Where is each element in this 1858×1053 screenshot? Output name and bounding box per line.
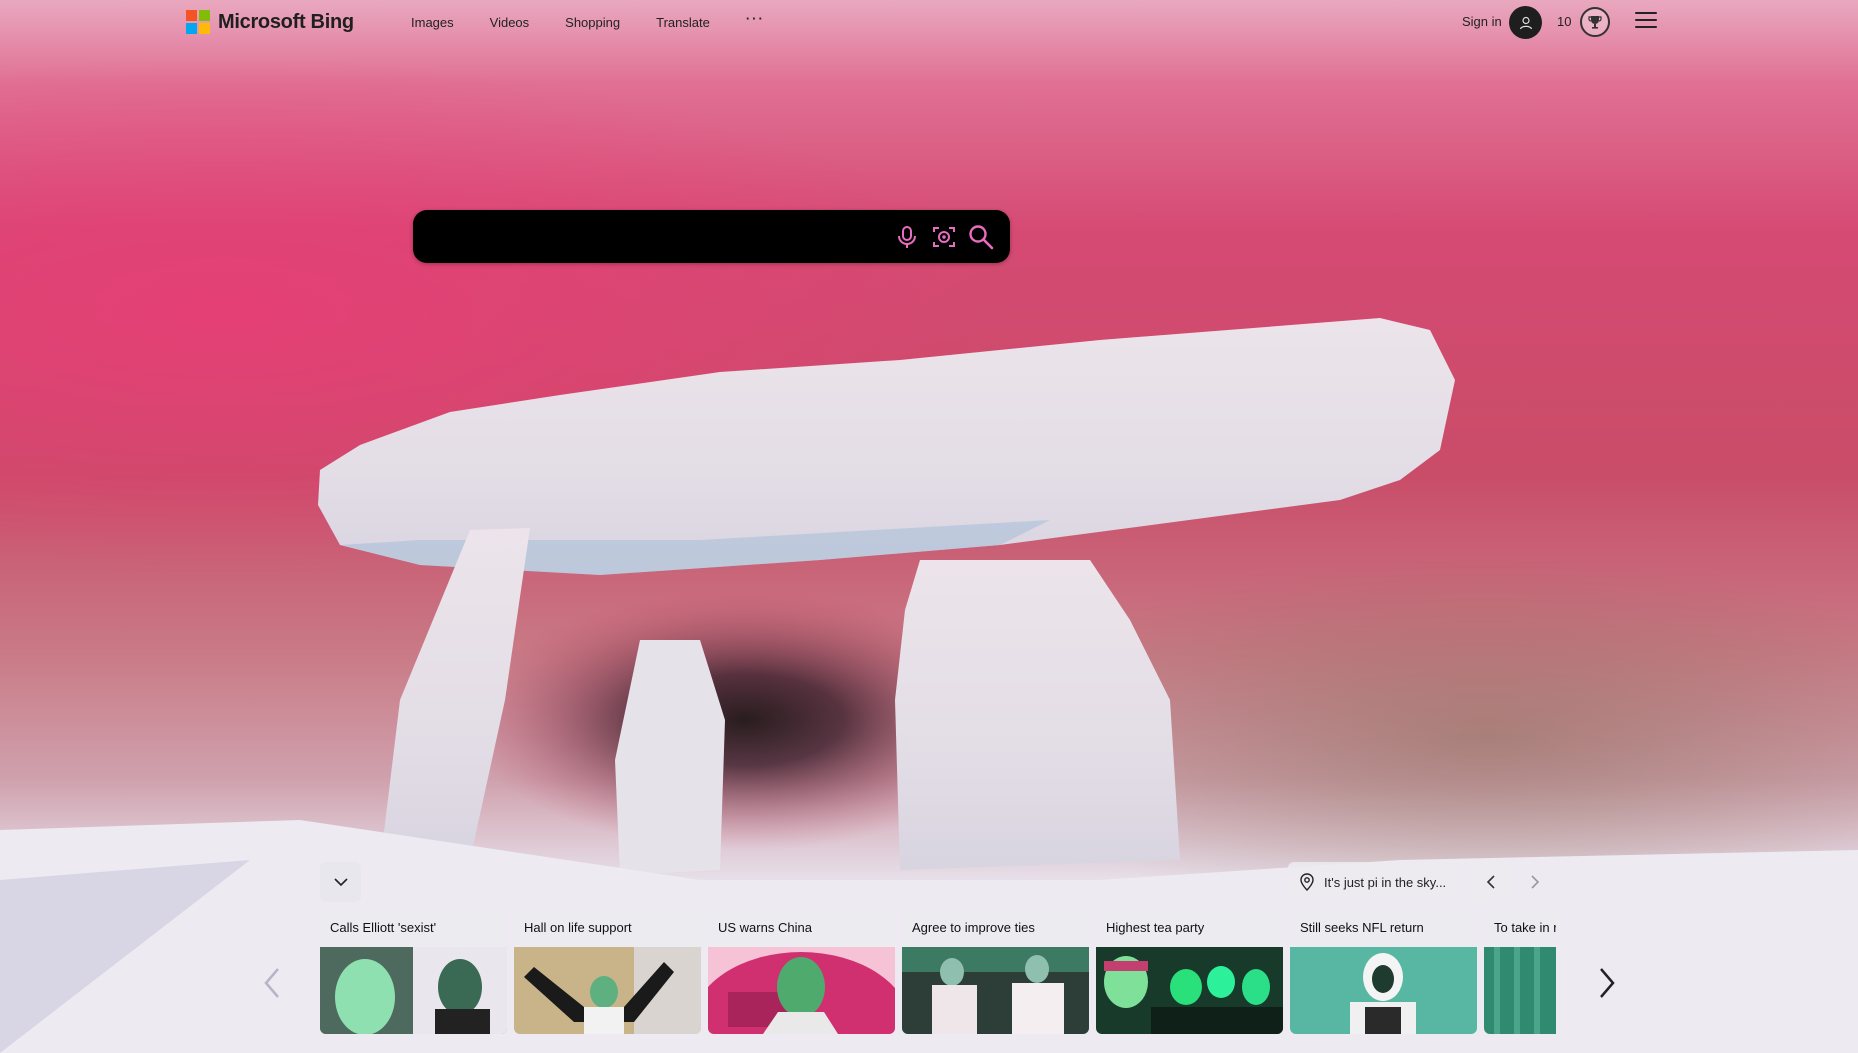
news-carousel: Calls Elliott 'sexist' Hall on life supp…	[320, 910, 1556, 1034]
news-card[interactable]: Hall on life support	[514, 910, 701, 1034]
microsoft-logo-icon	[186, 10, 210, 34]
news-card-thumbnail	[320, 947, 507, 1034]
user-avatar-icon[interactable]	[1509, 6, 1542, 39]
nav-translate[interactable]: Translate	[656, 15, 710, 30]
brand-name: Microsoft Bing	[218, 10, 354, 33]
news-card-thumbnail	[1096, 947, 1283, 1034]
news-card-thumbnail	[1484, 947, 1556, 1034]
news-card-thumbnail	[1290, 947, 1477, 1034]
microphone-icon[interactable]	[893, 223, 921, 251]
next-image-button[interactable]	[1515, 862, 1555, 902]
news-card-thumbnail	[708, 947, 895, 1034]
background-image	[0, 318, 1858, 1053]
news-scroll-right-icon[interactable]	[1595, 966, 1619, 1000]
visual-search-icon[interactable]	[930, 223, 958, 251]
nav-images[interactable]: Images	[411, 15, 454, 30]
search-box	[413, 210, 1010, 263]
nav-more-button[interactable]: ···	[746, 11, 765, 30]
news-card[interactable]: Highest tea party	[1096, 910, 1283, 1034]
news-card[interactable]: US warns China	[708, 910, 895, 1034]
news-scroll-left-icon[interactable]	[260, 966, 284, 1000]
search-input[interactable]	[433, 220, 877, 254]
news-card-thumbnail	[514, 947, 701, 1034]
chevron-down-icon	[333, 878, 348, 887]
chevron-left-icon	[1486, 875, 1495, 889]
news-card-title: US warns China	[718, 920, 812, 935]
sign-in-link[interactable]: Sign in	[1462, 14, 1502, 29]
top-header: Microsoft Bing Images Videos Shopping Tr…	[0, 0, 1858, 46]
chevron-right-icon	[1531, 875, 1540, 889]
nav-videos[interactable]: Videos	[490, 15, 530, 30]
rewards-points[interactable]: 10	[1557, 14, 1571, 29]
nav-shopping[interactable]: Shopping	[565, 15, 620, 30]
location-pin-icon	[1300, 873, 1314, 891]
news-card[interactable]: Agree to improve ties	[902, 910, 1089, 1034]
previous-image-button[interactable]	[1471, 862, 1511, 902]
news-card-title: Hall on life support	[524, 920, 632, 935]
image-caption: It's just pi in the sky...	[1324, 874, 1447, 890]
news-card-title: Agree to improve ties	[912, 920, 1035, 935]
news-card[interactable]: Still seeks NFL return	[1290, 910, 1477, 1034]
news-card-title: To take in r	[1494, 920, 1556, 935]
bing-logo[interactable]: Microsoft Bing	[186, 10, 354, 34]
hamburger-menu-icon[interactable]	[1635, 12, 1657, 32]
news-card-title: Still seeks NFL return	[1300, 920, 1424, 935]
news-card-thumbnail	[902, 947, 1089, 1034]
news-card-title: Highest tea party	[1106, 920, 1205, 935]
news-card[interactable]: Calls Elliott 'sexist'	[320, 910, 507, 1034]
collapse-feed-button[interactable]	[320, 862, 361, 902]
news-card[interactable]: To take in r	[1484, 910, 1556, 1034]
search-icon[interactable]	[967, 223, 995, 251]
image-info-chip[interactable]: It's just pi in the sky...	[1288, 862, 1468, 902]
rewards-trophy-icon[interactable]	[1580, 7, 1610, 37]
top-nav: Images Videos Shopping Translate ···	[411, 11, 801, 30]
news-card-title: Calls Elliott 'sexist'	[330, 920, 437, 935]
